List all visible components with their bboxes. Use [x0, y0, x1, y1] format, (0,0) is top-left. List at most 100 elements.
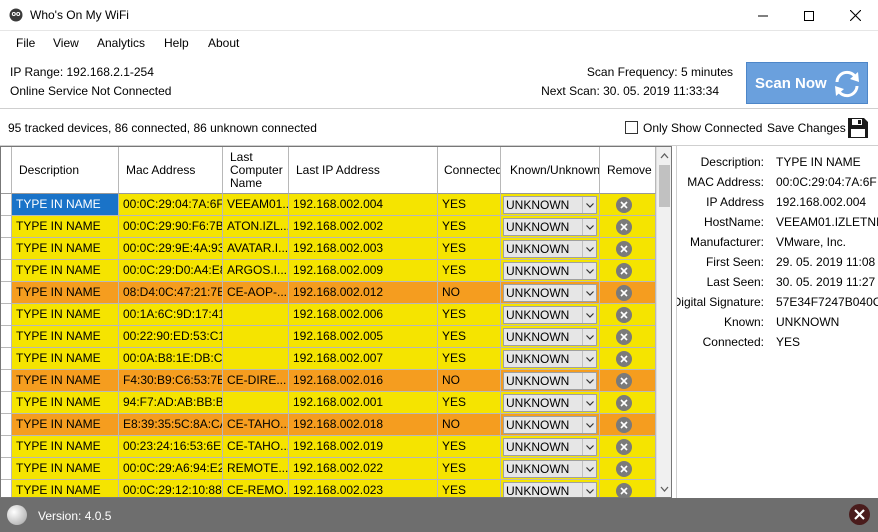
remove-icon[interactable]	[616, 439, 632, 455]
chevron-down-icon[interactable]	[582, 439, 596, 455]
known-unknown-select[interactable]: UNKNOWN	[503, 482, 597, 497]
header-last-computer-name[interactable]: Last Computer Name	[223, 147, 289, 194]
row-header[interactable]	[1, 326, 12, 348]
table-row[interactable]: TYPE IN NAME 94:F7:AD:AB:BB:B0 192.168.002…	[1, 392, 656, 414]
table-row[interactable]: TYPE IN NAME 00:23:24:16:53:6E CE-TAHO... 1…	[1, 436, 656, 458]
row-header[interactable]	[1, 194, 12, 216]
cell-description[interactable]: TYPE IN NAME	[12, 370, 119, 392]
scroll-down-icon[interactable]	[657, 480, 671, 497]
remove-icon[interactable]	[616, 241, 632, 257]
cell-description[interactable]: TYPE IN NAME	[12, 216, 119, 238]
known-unknown-select[interactable]: UNKNOWN	[503, 196, 597, 214]
chevron-down-icon[interactable]	[582, 285, 596, 301]
known-unknown-select[interactable]: UNKNOWN	[503, 240, 597, 258]
scroll-up-icon[interactable]	[657, 147, 671, 164]
remove-icon[interactable]	[616, 373, 632, 389]
cell-description[interactable]: TYPE IN NAME	[12, 304, 119, 326]
row-header[interactable]	[1, 370, 12, 392]
minimize-button[interactable]	[740, 0, 786, 31]
known-unknown-select[interactable]: UNKNOWN	[503, 284, 597, 302]
cell-description[interactable]: TYPE IN NAME	[12, 282, 119, 304]
table-row[interactable]: TYPE IN NAME 00:0C:29:12:10:88 CE-REMO... 1…	[1, 480, 656, 497]
chevron-down-icon[interactable]	[582, 351, 596, 367]
chevron-down-icon[interactable]	[582, 329, 596, 345]
remove-icon[interactable]	[616, 483, 632, 497]
chevron-down-icon[interactable]	[582, 263, 596, 279]
chevron-down-icon[interactable]	[582, 197, 596, 213]
chevron-down-icon[interactable]	[582, 373, 596, 389]
table-row[interactable]: TYPE IN NAME 00:0C:29:A6:94:E2 REMOTE... 19…	[1, 458, 656, 480]
header-remove[interactable]: Remove	[600, 147, 656, 194]
chevron-down-icon[interactable]	[582, 483, 596, 497]
table-row[interactable]: TYPE IN NAME 00:0C:29:9E:4A:93 AVATAR.I...…	[1, 238, 656, 260]
grid-vertical-scrollbar[interactable]	[656, 147, 671, 497]
row-header[interactable]	[1, 260, 12, 282]
scroll-thumb[interactable]	[659, 165, 670, 207]
cell-description[interactable]: TYPE IN NAME	[12, 392, 119, 414]
row-header[interactable]	[1, 282, 12, 304]
exit-button[interactable]	[849, 504, 870, 525]
only-show-connected-checkbox[interactable]	[625, 121, 638, 134]
table-row[interactable]: TYPE IN NAME E8:39:35:5C:8A:CA CE-TAHO... 1…	[1, 414, 656, 436]
chevron-down-icon[interactable]	[582, 307, 596, 323]
menu-analytics[interactable]: Analytics	[97, 36, 145, 50]
row-header[interactable]	[1, 480, 12, 497]
row-header[interactable]	[1, 304, 12, 326]
remove-icon[interactable]	[616, 329, 632, 345]
known-unknown-select[interactable]: UNKNOWN	[503, 262, 597, 280]
cell-description[interactable]: TYPE IN NAME	[12, 348, 119, 370]
row-header[interactable]	[1, 348, 12, 370]
row-header[interactable]	[1, 458, 12, 480]
remove-icon[interactable]	[616, 263, 632, 279]
remove-icon[interactable]	[616, 461, 632, 477]
chevron-down-icon[interactable]	[582, 241, 596, 257]
remove-icon[interactable]	[616, 219, 632, 235]
menu-view[interactable]: View	[53, 36, 79, 50]
cell-description[interactable]: TYPE IN NAME	[12, 414, 119, 436]
known-unknown-select[interactable]: UNKNOWN	[503, 394, 597, 412]
table-row[interactable]: TYPE IN NAME 08:D4:0C:47:21:7E CE-AOP-... 1…	[1, 282, 656, 304]
remove-icon[interactable]	[616, 417, 632, 433]
header-description[interactable]: Description	[12, 147, 119, 194]
menu-about[interactable]: About	[208, 36, 239, 50]
menu-help[interactable]: Help	[164, 36, 189, 50]
menu-file[interactable]: File	[16, 36, 35, 50]
row-header[interactable]	[1, 216, 12, 238]
known-unknown-select[interactable]: UNKNOWN	[503, 328, 597, 346]
header-mac-address[interactable]: Mac Address	[119, 147, 223, 194]
cell-description[interactable]: TYPE IN NAME	[12, 326, 119, 348]
close-button[interactable]	[832, 0, 878, 31]
table-row[interactable]: TYPE IN NAME 00:0C:29:04:7A:6F VEEAM01... 1…	[1, 194, 656, 216]
cell-description[interactable]: TYPE IN NAME	[12, 436, 119, 458]
known-unknown-select[interactable]: UNKNOWN	[503, 460, 597, 478]
cell-description[interactable]: TYPE IN NAME	[12, 480, 119, 497]
known-unknown-select[interactable]: UNKNOWN	[503, 372, 597, 390]
cell-description[interactable]: TYPE IN NAME	[12, 194, 119, 216]
table-row[interactable]: TYPE IN NAME 00:0A:B8:1E:DB:C1 192.168.002…	[1, 348, 656, 370]
header-known-unknown[interactable]: Known/Unknown	[501, 147, 600, 194]
known-unknown-select[interactable]: UNKNOWN	[503, 218, 597, 236]
cell-description[interactable]: TYPE IN NAME	[12, 238, 119, 260]
chevron-down-icon[interactable]	[582, 395, 596, 411]
chevron-down-icon[interactable]	[582, 461, 596, 477]
scan-now-button[interactable]: Scan Now	[746, 62, 868, 104]
cell-description[interactable]: TYPE IN NAME	[12, 260, 119, 282]
cell-description[interactable]: TYPE IN NAME	[12, 458, 119, 480]
table-row[interactable]: TYPE IN NAME 00:0C:29:90:F6:7B ATON.IZL...…	[1, 216, 656, 238]
save-changes-label[interactable]: Save Changes	[767, 121, 846, 135]
row-header[interactable]	[1, 436, 12, 458]
remove-icon[interactable]	[616, 395, 632, 411]
remove-icon[interactable]	[616, 197, 632, 213]
table-row[interactable]: TYPE IN NAME 00:0C:29:D0:A4:E8 ARGOS.I... 1…	[1, 260, 656, 282]
table-row[interactable]: TYPE IN NAME F4:30:B9:C6:53:7B CE-DIRE... 1…	[1, 370, 656, 392]
known-unknown-select[interactable]: UNKNOWN	[503, 416, 597, 434]
maximize-button[interactable]	[786, 0, 832, 31]
remove-icon[interactable]	[616, 351, 632, 367]
table-row[interactable]: TYPE IN NAME 00:1A:6C:9D:17:41 192.168.002…	[1, 304, 656, 326]
row-header[interactable]	[1, 392, 12, 414]
table-row[interactable]: TYPE IN NAME 00:22:90:ED:53:C1 192.168.002…	[1, 326, 656, 348]
known-unknown-select[interactable]: UNKNOWN	[503, 306, 597, 324]
known-unknown-select[interactable]: UNKNOWN	[503, 438, 597, 456]
chevron-down-icon[interactable]	[582, 417, 596, 433]
header-last-ip-address[interactable]: Last IP Address	[289, 147, 438, 194]
